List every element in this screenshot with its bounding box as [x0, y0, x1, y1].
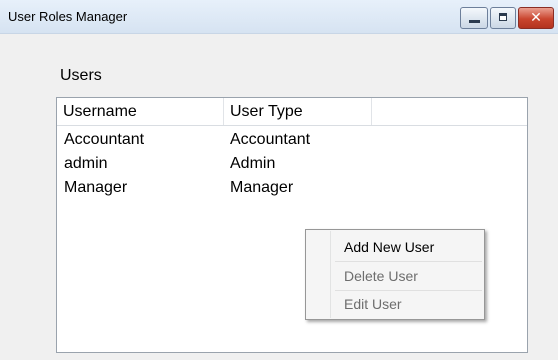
close-button[interactable]: ✕	[518, 7, 554, 29]
column-header-user-type[interactable]: User Type	[224, 98, 372, 125]
cell-username: admin	[64, 155, 108, 172]
close-icon: ✕	[530, 10, 542, 26]
cell-user-type: Accountant	[230, 131, 311, 148]
maximize-icon	[499, 13, 507, 21]
window-title: User Roles Manager	[8, 9, 128, 24]
maximize-button[interactable]	[490, 7, 516, 29]
user-roles-manager-window: User Roles Manager ✕ Users Username User…	[0, 0, 558, 360]
users-list[interactable]: Username User Type Accountant Accountant…	[56, 97, 528, 353]
minimize-button[interactable]	[460, 7, 488, 29]
title-bar[interactable]: User Roles Manager ✕	[0, 0, 558, 34]
table-row[interactable]: Accountant Accountant	[57, 129, 527, 151]
table-row[interactable]: admin Admin	[57, 153, 527, 175]
cell-user-type: Manager	[230, 179, 294, 196]
cell-username: Accountant	[64, 131, 145, 148]
context-menu: Add New User Delete User Edit User	[305, 229, 485, 320]
minimize-icon	[469, 20, 480, 23]
menu-item-delete-user[interactable]: Delete User	[308, 263, 482, 289]
column-header-username[interactable]: Username	[57, 98, 224, 125]
cell-username: Manager	[64, 179, 128, 196]
users-group-label: Users	[60, 67, 102, 84]
table-row[interactable]: Manager Manager	[57, 177, 527, 199]
menu-item-add-new-user[interactable]: Add New User	[308, 234, 482, 260]
menu-item-edit-user[interactable]: Edit User	[308, 291, 482, 317]
cell-user-type: Admin	[230, 155, 276, 172]
menu-separator	[335, 261, 482, 262]
list-header: Username User Type	[57, 98, 527, 126]
